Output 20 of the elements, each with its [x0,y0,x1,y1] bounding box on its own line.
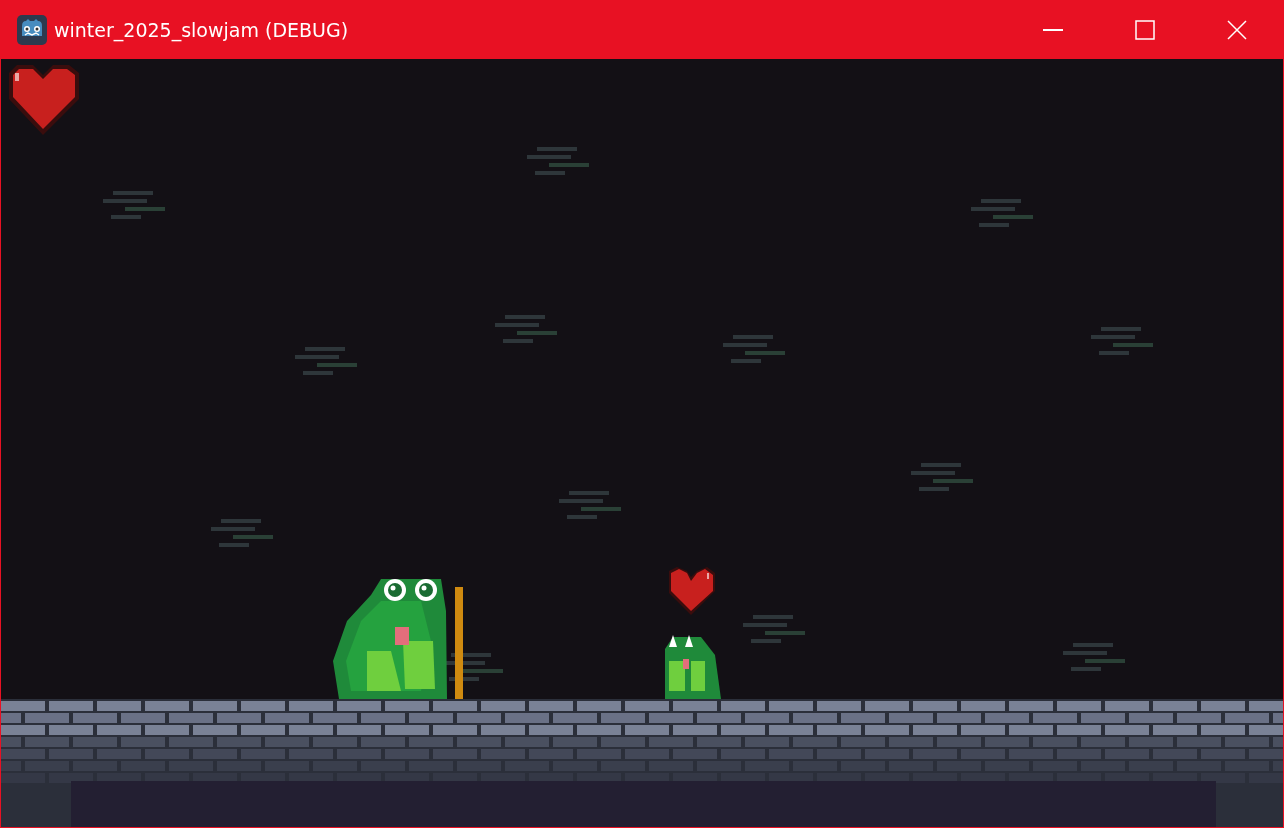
close-icon [1227,20,1247,40]
minimize-icon [1043,29,1063,31]
wall-crack-drawing [527,147,589,175]
wall-crack-drawing [971,199,1033,227]
maximize-icon [1135,20,1155,40]
heart-icon [9,65,79,135]
wall-crack-drawing [495,315,557,343]
wall-crack-drawing [211,519,273,547]
wall-crack-drawing [1091,327,1153,355]
wall-crack-drawing [559,491,621,519]
wall-crack-drawing [295,347,357,375]
wall-crack-drawing [103,191,165,219]
wall-crack-drawing [911,463,973,491]
frog-drawing [665,635,721,699]
robot-icon [16,14,48,46]
heart-icon [669,567,715,615]
wall-crack-drawing [743,615,805,643]
wall-crack-drawing [723,335,785,363]
wall-crack-drawing [1063,643,1125,671]
window-title: winter_2025_slowjam (DEBUG) [54,19,349,41]
